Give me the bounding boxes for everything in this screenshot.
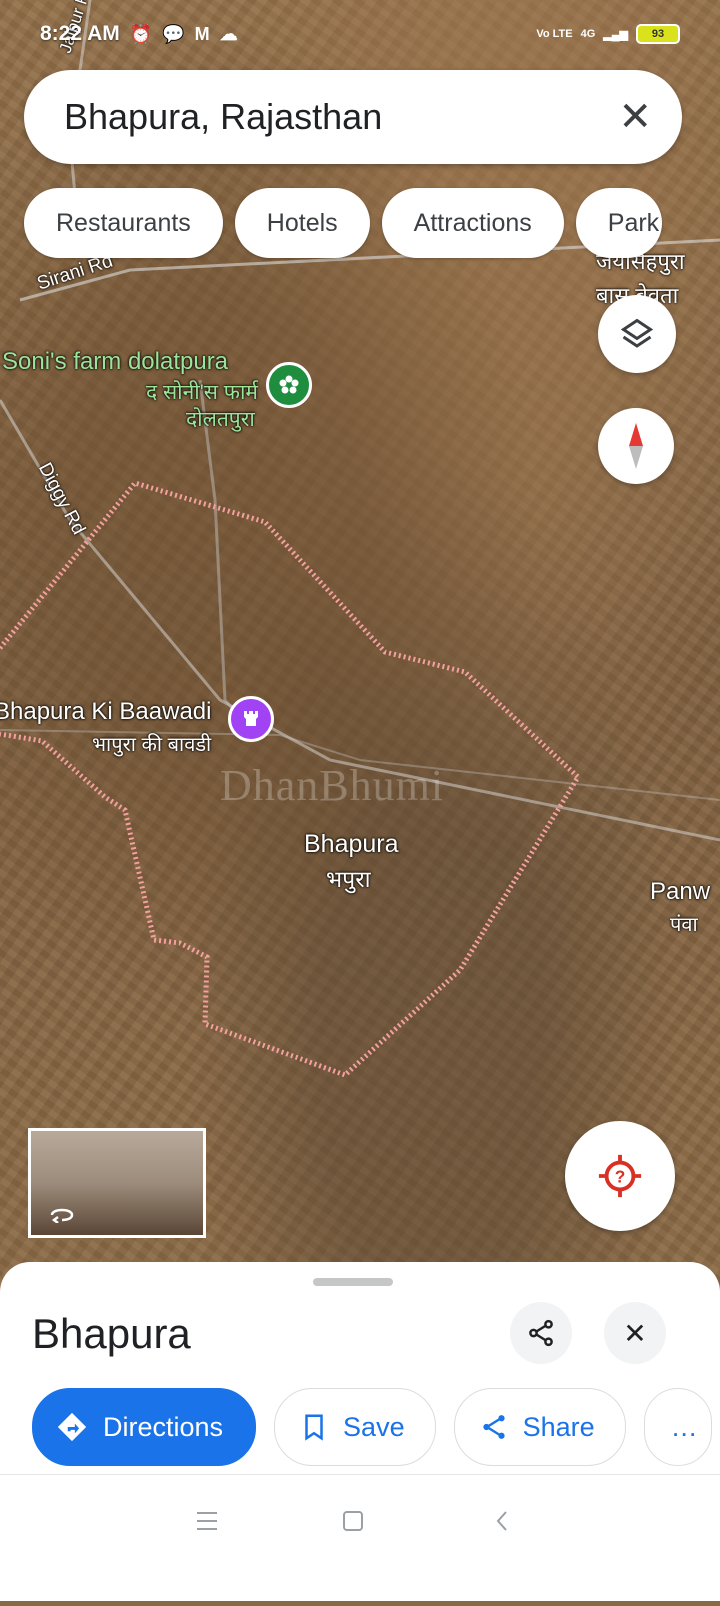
gmail-icon: M bbox=[194, 23, 210, 44]
share-button[interactable]: Share bbox=[453, 1388, 626, 1466]
flower-icon bbox=[279, 375, 299, 394]
poi-label-farm[interactable]: Soni's farm dolatpura bbox=[2, 348, 228, 376]
layers-button[interactable] bbox=[598, 295, 676, 373]
directions-button[interactable]: Directions bbox=[32, 1388, 257, 1466]
my-location-button[interactable]: ? bbox=[565, 1121, 675, 1231]
search-query[interactable]: Bhapura, Rajasthan bbox=[64, 96, 382, 138]
poi-label-baawadi[interactable]: Bhapura Ki Baawadi bbox=[0, 698, 211, 726]
chip-restaurants[interactable]: Restaurants bbox=[24, 188, 223, 258]
share-icon bbox=[482, 1415, 505, 1439]
street-view-360-icon bbox=[50, 1208, 74, 1223]
share-icon-button[interactable] bbox=[510, 1302, 572, 1364]
castle-icon bbox=[244, 711, 258, 726]
network-type: 4G bbox=[580, 28, 596, 40]
clear-search-icon[interactable]: ✕ bbox=[618, 97, 652, 137]
chip-attractions[interactable]: Attractions bbox=[381, 188, 564, 258]
watermark: DhanBhumi bbox=[220, 761, 445, 810]
volte-icon: Vo LTE bbox=[536, 28, 573, 40]
back-icon bbox=[496, 1511, 507, 1531]
sheet-drag-handle[interactable] bbox=[313, 1278, 393, 1286]
poi-label-panw: Panw bbox=[650, 878, 711, 905]
locate-icon: ? bbox=[598, 1154, 642, 1198]
home-icon bbox=[343, 1511, 363, 1531]
share-icon bbox=[529, 1319, 553, 1347]
close-sheet-button[interactable]: ✕ bbox=[604, 1302, 666, 1364]
farm-pin[interactable] bbox=[266, 362, 312, 408]
directions-icon bbox=[57, 1412, 87, 1442]
share-label: Share bbox=[522, 1411, 595, 1442]
system-nav-bar bbox=[0, 1474, 720, 1601]
signal-icon: ▂▄▆ bbox=[603, 28, 628, 41]
close-icon: ✕ bbox=[623, 1317, 647, 1349]
poi-label-farm-hindi-2: दोलतपुरा bbox=[186, 408, 255, 431]
locality-label: Bhapura bbox=[304, 830, 399, 858]
poi-label-farm-hindi: द सोनी'स फार्म bbox=[146, 381, 258, 404]
locality-label-hindi: भपुरा bbox=[326, 866, 371, 892]
layers-icon bbox=[620, 318, 654, 348]
more-actions-button[interactable]: … bbox=[643, 1388, 712, 1466]
battery-icon: 93 bbox=[636, 24, 680, 44]
recents-icon bbox=[197, 1512, 217, 1530]
bookmark-icon bbox=[305, 1414, 323, 1441]
chip-parks[interactable]: Park bbox=[575, 188, 662, 258]
status-time: 8:22 AM bbox=[40, 22, 120, 45]
search-bar[interactable]: Bhapura, Rajasthan ✕ bbox=[24, 70, 682, 164]
nav-icons bbox=[197, 1511, 507, 1531]
alarm-icon: ⏰ bbox=[129, 23, 153, 44]
street-view-thumbnail[interactable] bbox=[28, 1128, 206, 1238]
cloud-icon: ☁ bbox=[219, 23, 238, 44]
directions-label: Directions bbox=[103, 1411, 224, 1442]
chip-hotels[interactable]: Hotels bbox=[234, 188, 370, 258]
compass-icon bbox=[629, 423, 643, 469]
poi-label-panw-hindi: पंवा bbox=[670, 914, 698, 936]
message-icon: 💬 bbox=[162, 23, 185, 44]
category-chips: Restaurants Hotels Attractions Park bbox=[24, 188, 662, 258]
poi-label-baawadi-hindi: भापुरा की बावडी bbox=[92, 734, 212, 756]
action-buttons: Directions Save Share … bbox=[32, 1388, 712, 1466]
compass-button[interactable] bbox=[598, 408, 674, 484]
more-icon: … bbox=[670, 1411, 698, 1442]
svg-text:?: ? bbox=[615, 1167, 626, 1187]
status-bar: 8:22 AM ⏰ 💬 M ☁ Vo LTE 4G ▂▄▆ 93 bbox=[40, 18, 680, 50]
save-button[interactable]: Save bbox=[274, 1388, 436, 1466]
save-label: Save bbox=[343, 1411, 405, 1442]
castle-pin[interactable] bbox=[228, 696, 274, 742]
place-title: Bhapura bbox=[32, 1310, 191, 1357]
place-sheet: Bhapura ✕ Directions Save Share … bbox=[0, 1262, 720, 1474]
